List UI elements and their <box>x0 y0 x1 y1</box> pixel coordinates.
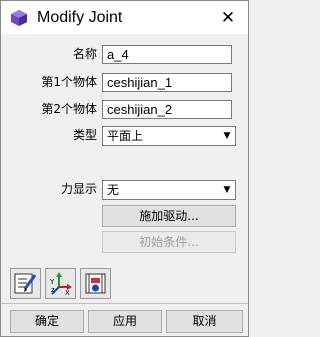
body2-label: 第2个物体 <box>41 102 97 116</box>
svg-text:z: z <box>51 286 55 294</box>
dropdown-arrow-icon[interactable]: ▼ <box>219 181 235 199</box>
apply-button[interactable]: 应用 <box>88 310 162 333</box>
coordinate-axes-icon: Y z X <box>49 272 72 296</box>
impose-motion-button[interactable]: 施加驱动... <box>102 205 236 227</box>
modify-joint-dialog: Modify Joint ✕ 名称 a_4 第1个物体 ceshijian_1 … <box>0 0 249 337</box>
force-display-select[interactable]: 无 ▼ <box>102 180 236 200</box>
svg-text:X: X <box>65 289 70 296</box>
type-label: 类型 <box>72 128 97 142</box>
body1-field[interactable]: ceshijian_1 <box>102 73 232 92</box>
cancel-button[interactable]: 取消 <box>166 310 243 333</box>
edit-note-icon <box>14 273 37 294</box>
body1-label: 第1个物体 <box>41 75 97 89</box>
force-display-value: 无 <box>107 183 120 197</box>
ok-button[interactable]: 确定 <box>10 310 84 333</box>
initial-conditions-button[interactable]: 初始条件... <box>102 231 236 253</box>
close-button[interactable]: ✕ <box>211 4 245 32</box>
body2-field[interactable]: ceshijian_2 <box>102 100 232 119</box>
title-bar[interactable]: Modify Joint ✕ <box>1 1 248 34</box>
svg-text:Y: Y <box>49 278 55 286</box>
name-field[interactable]: a_4 <box>102 45 232 64</box>
app-logo-icon <box>11 10 27 26</box>
type-select[interactable]: 平面上 ▼ <box>102 126 236 146</box>
coordinate-axes-button[interactable]: Y z X <box>45 268 76 299</box>
dropdown-arrow-icon[interactable]: ▼ <box>219 127 235 145</box>
force-display-label: 力显示 <box>60 182 97 196</box>
joint-data-icon <box>85 273 106 294</box>
joint-data-button[interactable] <box>80 268 111 299</box>
name-label: 名称 <box>72 47 97 61</box>
type-select-value: 平面上 <box>107 129 144 143</box>
edit-note-button[interactable] <box>10 268 41 299</box>
window-title: Modify Joint <box>37 9 123 26</box>
footer-divider <box>1 303 248 304</box>
